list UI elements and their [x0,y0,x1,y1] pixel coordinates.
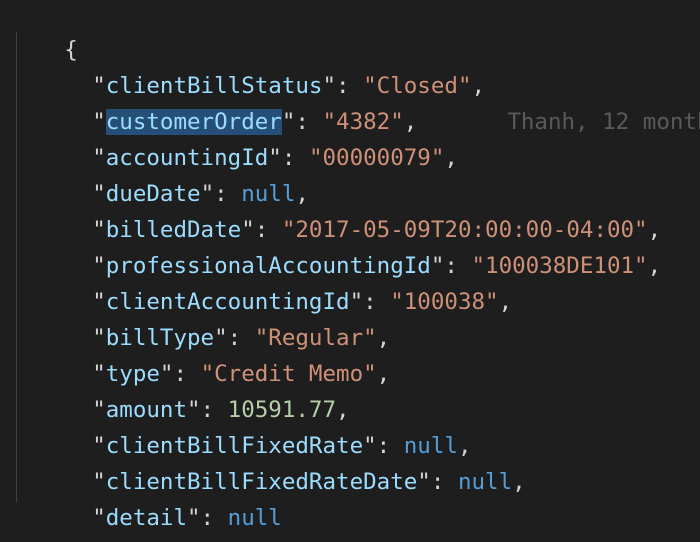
json-value: null [457,469,513,495]
code-line[interactable]: "clientAccountingId": "100038", [38,248,512,315]
code-line[interactable]: "clientBillFixedRateDate": null, [38,428,525,495]
comma: , [512,469,526,495]
code-line[interactable]: "professionalAccountingId": "100038DE101… [38,212,661,279]
code-line[interactable]: "clientBillStatus": "Closed", [38,32,485,99]
code-line-close-brace[interactable]: }, [10,500,91,542]
code-line[interactable]: "billType": "Regular", [38,284,390,351]
comma: , [376,361,391,387]
quote-colon: ": [187,505,228,531]
code-line[interactable]: "amount": 10591.77, [38,356,349,423]
code-line[interactable]: "dueDate": null, [38,140,309,207]
json-value: null [227,505,282,531]
code-editor[interactable]: { "clientBillStatus": "Closed", "custome… [0,0,700,542]
comma: , [498,289,513,315]
code-line[interactable]: "billedDate": "2017-05-09T20:00:00-04:00… [38,176,661,243]
quote: " [92,505,106,531]
json-value: "100038" [390,289,499,315]
code-line[interactable]: "clientBillFixedRate": null, [38,392,471,459]
code-line[interactable]: "detail": null [38,464,282,531]
git-blame-annotation[interactable]: Thanh, 12 months [507,109,700,135]
code-line[interactable]: "accountingId": "00000079", [38,104,458,171]
json-value: "00000079" [308,145,445,171]
comma: , [444,145,458,171]
code-line-open-brace[interactable]: { [10,0,78,63]
quote-colon: ": [417,469,458,495]
comma: , [647,253,662,279]
code-line[interactable]: "type": "Credit Memo", [38,320,390,387]
code-line[interactable]: "customerOrder": "4382",Thanh, 12 months [38,68,700,135]
json-key: detail [105,505,188,531]
